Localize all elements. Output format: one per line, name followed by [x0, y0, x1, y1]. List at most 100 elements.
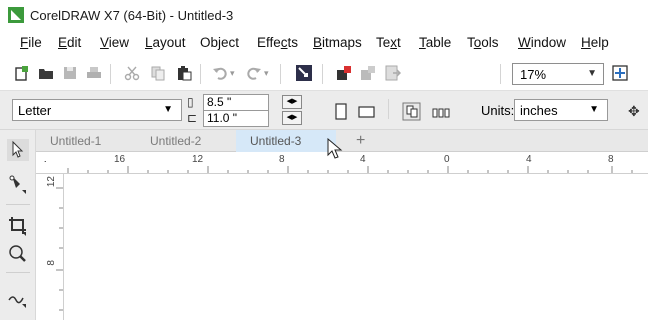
freehand-tool-icon[interactable]	[6, 286, 30, 310]
ruler-ticks	[56, 187, 63, 311]
tab-untitled-2[interactable]: Untitled-2	[136, 130, 236, 152]
nudge-distance-icon[interactable]: ✥	[628, 103, 640, 120]
chevron-down-icon: ▼	[589, 104, 599, 115]
page-width-icon: ▯	[187, 95, 194, 109]
page-height-icon: ⊏	[187, 111, 198, 125]
cut-icon[interactable]	[124, 65, 140, 81]
title-separator: -	[166, 8, 178, 23]
zoom-fit-icon[interactable]	[612, 65, 628, 81]
window-title: CorelDRAW X7 (64-Bit) - Untitled-3	[30, 8, 233, 23]
chevron-down-icon: ▼	[163, 104, 173, 115]
current-page-button[interactable]	[428, 98, 454, 124]
menu-label-post: ile	[28, 35, 42, 50]
toolbar-separator	[322, 64, 323, 84]
toolbar-separator	[280, 64, 281, 84]
horizontal-ruler[interactable]: 16 12 8 4 0 4 8	[46, 152, 648, 174]
menu-layout[interactable]: Layout	[145, 35, 186, 50]
menu-label-post: iew	[108, 35, 130, 50]
tab-untitled-3[interactable]: Untitled-3	[236, 130, 336, 152]
add-tab-button[interactable]: +	[356, 132, 365, 150]
undo-icon[interactable]	[212, 65, 228, 81]
toolbox-separator	[6, 204, 30, 205]
landscape-button[interactable]	[353, 98, 379, 124]
menu-bitmaps[interactable]: Bitmaps	[313, 35, 362, 50]
menu-label-key: F	[20, 35, 29, 50]
page-width-field[interactable]: 8.5 "	[203, 94, 269, 111]
tab-untitled-1[interactable]: Untitled-1	[36, 130, 136, 152]
menu-label-post: ols	[481, 35, 499, 50]
height-stepper[interactable]: ◀▶	[282, 111, 302, 125]
undo-dropdown-icon[interactable]: ▾	[230, 68, 246, 84]
menu-label-post: dit	[67, 35, 82, 50]
menu-text[interactable]: Text	[376, 35, 401, 50]
zoom-level-value: 17%	[520, 67, 547, 82]
toolbar-separator	[388, 99, 389, 119]
menu-file[interactable]: File	[20, 35, 42, 50]
redo-icon[interactable]	[246, 65, 262, 81]
open-folder-icon[interactable]	[38, 65, 54, 81]
search-content-icon[interactable]	[296, 65, 312, 81]
toolbar-separator	[110, 64, 111, 84]
menu-label-pre: Effe	[257, 35, 281, 50]
print-icon[interactable]	[86, 65, 102, 81]
save-icon[interactable]	[62, 65, 78, 81]
publish-pdf-icon[interactable]	[385, 65, 402, 81]
units-value: inches	[520, 103, 558, 118]
menu-edit[interactable]: Edit	[58, 35, 81, 50]
import-icon[interactable]	[336, 65, 352, 81]
coreldraw-logo-icon	[8, 7, 24, 23]
menu-tools[interactable]: Tools	[467, 35, 499, 50]
menu-label-key: T	[419, 35, 426, 50]
menu-bar: File Edit View Layout Object Effects Bit…	[0, 30, 648, 56]
menu-label-pre: Ob	[200, 35, 219, 50]
mouse-pointer-icon	[326, 137, 344, 160]
paste-icon[interactable]	[176, 65, 192, 81]
redo-dropdown-icon[interactable]: ▾	[264, 68, 280, 84]
property-bar: Letter ▼ ▯ 8.5 " ⊏ 11.0 " ◀▶ ◀▶ Units: i…	[0, 90, 648, 130]
menu-label-key: W	[518, 35, 531, 50]
title-bar: CorelDRAW X7 (64-Bit) - Untitled-3	[0, 0, 648, 30]
menu-label-key: E	[58, 35, 68, 50]
units-select[interactable]: inches ▼	[514, 99, 608, 121]
zoom-tool-icon[interactable]	[6, 242, 30, 266]
menu-table[interactable]: Table	[419, 35, 451, 50]
menu-label-key: V	[100, 35, 109, 50]
zoom-level-select[interactable]: 17% ▼	[512, 63, 604, 85]
drawing-canvas[interactable]	[64, 174, 648, 320]
menu-object[interactable]: Object	[200, 35, 239, 50]
app-title: CorelDRAW X7 (64-Bit)	[30, 8, 167, 23]
shape-tool-icon[interactable]	[6, 172, 30, 196]
menu-label-post: able	[425, 35, 452, 50]
page-size-value: Letter	[18, 103, 52, 118]
portrait-button[interactable]	[327, 98, 353, 124]
pick-tool-icon[interactable]	[6, 138, 30, 162]
new-document-icon[interactable]	[14, 65, 30, 81]
standard-toolbar: ▾ ▾ 17% ▼	[0, 56, 648, 90]
page-height-field[interactable]: 11.0 "	[203, 110, 269, 127]
page-size-select[interactable]: Letter ▼	[12, 99, 182, 121]
all-pages-button[interactable]	[398, 98, 424, 124]
crop-tool-icon[interactable]	[6, 214, 30, 238]
width-stepper[interactable]: ◀▶	[282, 95, 302, 109]
vertical-ruler[interactable]: 12 8	[36, 174, 64, 320]
menu-view[interactable]: View	[100, 35, 129, 50]
copy-icon[interactable]	[150, 65, 166, 81]
toolbox	[0, 130, 36, 320]
menu-label-key: x	[390, 35, 398, 50]
ruler-ticks	[67, 166, 633, 173]
menu-effects[interactable]: Effects	[257, 35, 298, 50]
menu-label-post: itmaps	[322, 35, 362, 50]
menu-label-post: t	[397, 35, 401, 50]
menu-label-key: H	[581, 35, 591, 50]
menu-window[interactable]: Window	[518, 35, 566, 50]
menu-help[interactable]: Help	[581, 35, 609, 50]
menu-label-post: indow	[530, 35, 567, 50]
menu-label-pre: Te	[376, 35, 391, 50]
menu-label-post: ect	[221, 35, 240, 50]
menu-label-post: ayout	[152, 35, 186, 50]
toolbar-separator	[200, 64, 201, 84]
export-icon[interactable]	[360, 65, 376, 81]
menu-label-post: elp	[590, 35, 609, 50]
menu-label-pre: T	[467, 35, 474, 50]
chevron-down-icon: ▼	[587, 68, 597, 79]
